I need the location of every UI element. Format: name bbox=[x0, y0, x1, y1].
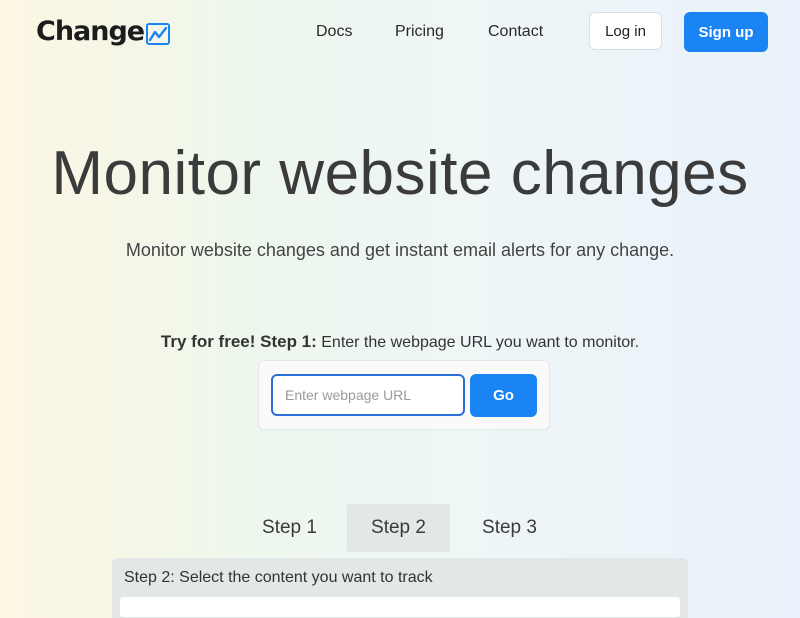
logo[interactable]: Change bbox=[36, 16, 171, 48]
try-text: Enter the webpage URL you want to monito… bbox=[316, 334, 640, 351]
trend-chart-icon bbox=[146, 23, 171, 45]
tab-step-2[interactable]: Step 2 bbox=[347, 504, 450, 552]
step-panel-content bbox=[120, 597, 680, 617]
nav-docs-link[interactable]: Docs bbox=[316, 22, 352, 42]
try-instructions: Try for free! Step 1: Enter the webpage … bbox=[0, 331, 800, 354]
hero-subtitle: Monitor website changes and get instant … bbox=[125, 240, 675, 260]
url-form: Go bbox=[258, 360, 550, 430]
nav-pricing-link[interactable]: Pricing bbox=[395, 22, 444, 42]
hero-title: Monitor website changes bbox=[51, 139, 749, 208]
login-button[interactable]: Log in bbox=[589, 12, 662, 50]
tab-step-3[interactable]: Step 3 bbox=[458, 504, 561, 552]
go-button[interactable]: Go bbox=[470, 374, 537, 417]
nav-contact-link[interactable]: Contact bbox=[488, 22, 543, 42]
url-input[interactable] bbox=[271, 374, 465, 416]
try-label: Try for free! Step 1: bbox=[160, 332, 317, 351]
step-panel: Step 2: Select the content you want to t… bbox=[112, 558, 688, 618]
signup-button[interactable]: Sign up bbox=[684, 12, 768, 52]
step-panel-title: Step 2: Select the content you want to t… bbox=[124, 569, 433, 586]
logo-text: Change bbox=[36, 16, 145, 47]
tab-step-1[interactable]: Step 1 bbox=[238, 504, 341, 552]
site-header: Change Docs Pricing Contact Log in Sign … bbox=[0, 0, 800, 66]
